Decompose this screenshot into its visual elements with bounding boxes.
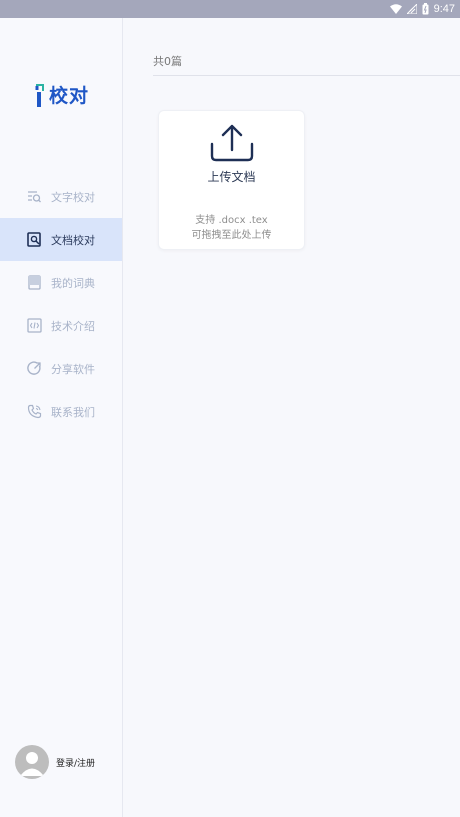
status-time: 9:47 [433, 3, 455, 15]
sidebar-item-share[interactable]: 分享软件 [0, 347, 122, 390]
document-search-icon [27, 232, 41, 247]
code-icon [27, 318, 42, 333]
text-search-icon [28, 191, 41, 203]
signal-icon [406, 4, 417, 14]
logo-text: 校对 [49, 85, 90, 107]
document-count: 共0篇 [153, 55, 182, 68]
sidebar-item-label: 分享软件 [51, 363, 95, 376]
sidebar-item-label: 文档校对 [51, 234, 95, 247]
divider [153, 75, 460, 76]
sidebar-item-contact[interactable]: 联系我们 [0, 390, 122, 433]
battery-icon [422, 3, 429, 15]
sidebar-item-label: 我的词典 [51, 277, 95, 290]
share-icon [27, 361, 41, 375]
status-bar: 9:47 [0, 0, 460, 18]
sidebar-item-document-proofread[interactable]: 文档校对 [0, 218, 122, 261]
upload-drag-text: 可拖拽至此处上传 [191, 230, 272, 241]
wifi-icon [389, 4, 402, 14]
login-label[interactable]: 登录/注册 [56, 756, 95, 769]
upload-card[interactable]: 上传文档 支持 .docx .tex 可拖拽至此处上传 [158, 110, 305, 250]
sidebar: 校对 文字校对 文档校对 我的词典 技术介绍 分享软件 联系我们 登录/注册 [0, 18, 123, 817]
upload-support-text: 支持 .docx .tex [195, 215, 268, 226]
status-icons: 9:47 [389, 0, 455, 18]
logo-icon [35, 83, 44, 107]
upload-icon [210, 124, 254, 162]
book-icon [28, 275, 41, 290]
sidebar-item-label: 联系我们 [51, 406, 95, 419]
user-icon [20, 752, 44, 776]
main-content: 共0篇 上传文档 支持 .docx .tex 可拖拽至此处上传 [123, 18, 460, 817]
login-entry[interactable]: 登录/注册 [15, 745, 95, 779]
sidebar-item-tech-intro[interactable]: 技术介绍 [0, 304, 122, 347]
upload-title: 上传文档 [207, 170, 256, 184]
sidebar-item-label: 技术介绍 [51, 320, 95, 333]
avatar[interactable] [15, 745, 49, 779]
app-logo: 校对 [34, 81, 89, 108]
phone-icon [27, 404, 42, 419]
sidebar-item-text-proofread[interactable]: 文字校对 [0, 175, 122, 218]
sidebar-item-dictionary[interactable]: 我的词典 [0, 261, 122, 304]
sidebar-item-label: 文字校对 [51, 191, 95, 204]
